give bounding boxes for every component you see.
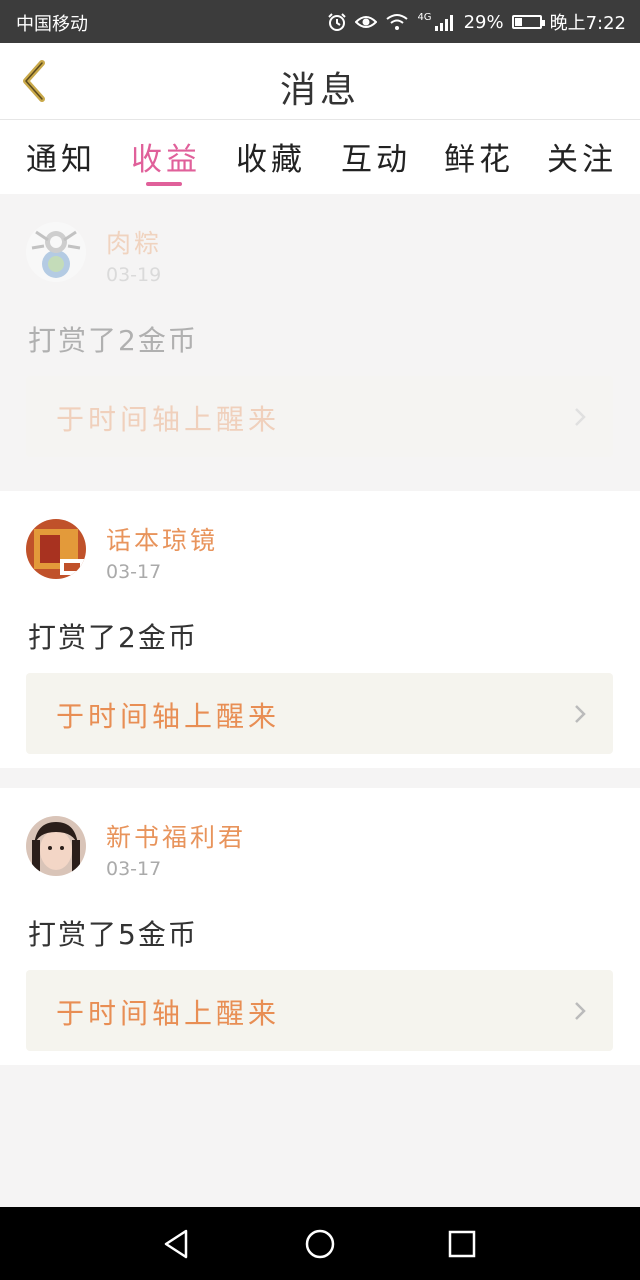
tab-notifications[interactable]: 通知 (26, 134, 96, 179)
eye-icon (355, 16, 378, 28)
signal-icon (434, 15, 453, 31)
battery-percent: 29% (463, 11, 504, 33)
username[interactable]: 肉粽 (106, 224, 162, 260)
tab-earnings[interactable]: 收益 (131, 134, 201, 179)
header: 消息 (0, 43, 640, 120)
avatar[interactable] (26, 816, 86, 876)
circle-home-icon[interactable] (303, 1227, 337, 1261)
network-type: 4G (417, 11, 432, 23)
battery-icon (511, 15, 545, 29)
message-card: 肉粽 03-19 打赏了2金币 于时间轴上醒来 (0, 194, 640, 471)
reward-text: 打赏了2金币 (28, 324, 198, 357)
book-link[interactable]: 于时间轴上醒来 (26, 673, 613, 754)
tab-favorites[interactable]: 收藏 (236, 134, 306, 179)
message-card: 新书福利君 03-17 打赏了5金币 于时间轴上醒来 (0, 788, 640, 1065)
avatar-image (26, 222, 86, 282)
clock: 晚上7:22 (549, 13, 626, 34)
active-tab-indicator (146, 182, 182, 186)
book-title: 于时间轴上醒来 (56, 403, 281, 436)
triangle-back-icon[interactable] (160, 1227, 194, 1261)
chevron-right-icon (575, 1002, 586, 1020)
status-bar: 中国移动 4G 29% 晚上7:22 (0, 0, 640, 43)
avatar-image (26, 519, 86, 579)
avatar-image (26, 816, 86, 876)
tab-following[interactable]: 关注 (547, 134, 617, 179)
system-nav-bar (0, 1207, 640, 1280)
wifi-icon (386, 14, 409, 30)
book-link[interactable]: 于时间轴上醒来 (26, 970, 613, 1051)
book-link[interactable]: 于时间轴上醒来 (26, 376, 613, 457)
alarm-icon (328, 13, 347, 31)
message-date: 03-17 (106, 858, 162, 880)
status-icons: 4G 29% 晚上7:22 (327, 9, 626, 35)
avatar[interactable] (26, 222, 86, 282)
message-card: 话本琼镜 03-17 打赏了2金币 于时间轴上醒来 (0, 491, 640, 768)
message-date: 03-19 (106, 264, 162, 286)
chevron-right-icon (575, 408, 586, 426)
username[interactable]: 话本琼镜 (106, 521, 218, 557)
battery-fill (514, 18, 522, 26)
username[interactable]: 新书福利君 (106, 818, 246, 854)
avatar[interactable] (26, 519, 86, 579)
message-date: 03-17 (106, 561, 162, 583)
square-recents-icon[interactable] (445, 1227, 479, 1261)
book-title: 于时间轴上醒来 (56, 997, 281, 1030)
tab-interactions[interactable]: 互动 (341, 134, 411, 179)
tab-bar: 通知 收益 收藏 互动 鲜花 关注 (0, 120, 640, 194)
page-title: 消息 (279, 70, 360, 111)
carrier-label: 中国移动 (16, 14, 88, 35)
tab-flowers[interactable]: 鲜花 (444, 134, 514, 179)
book-title: 于时间轴上醒来 (56, 700, 281, 733)
chevron-right-icon (575, 705, 586, 723)
reward-text: 打赏了2金币 (28, 621, 198, 654)
reward-text: 打赏了5金币 (28, 918, 198, 951)
